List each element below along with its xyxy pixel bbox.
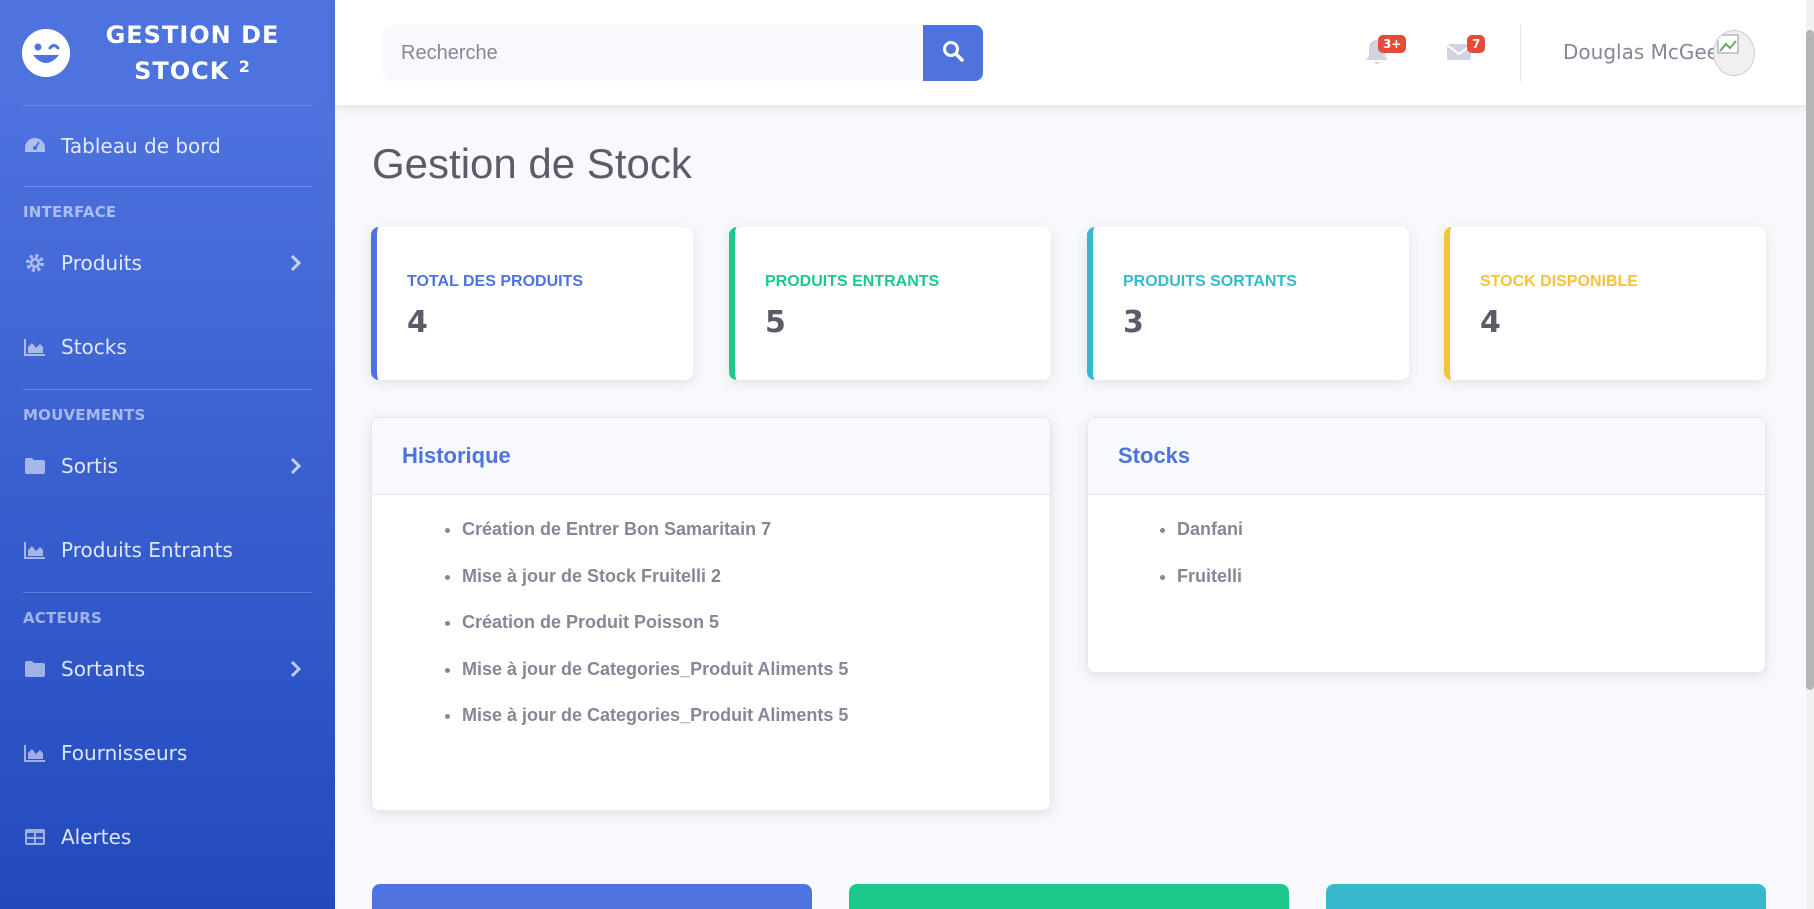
list-item: Création de Entrer Bon Samaritain 7 bbox=[462, 519, 1050, 566]
alerts-badge: 3+ bbox=[1378, 35, 1407, 53]
page-title: Gestion de Stock bbox=[372, 140, 692, 187]
stat-value: 4 bbox=[407, 305, 428, 340]
stat-card-produits-sortants: PRODUITS SORTANTS 3 bbox=[1087, 227, 1409, 380]
sidebar-item-label: Fournisseurs bbox=[61, 741, 188, 765]
messages-dropdown[interactable]: 7 bbox=[1445, 35, 1486, 66]
sidebar-item-sortants[interactable]: Sortants bbox=[0, 627, 335, 711]
bottom-card-success bbox=[849, 884, 1289, 909]
list-item: Mise à jour de Categories_Produit Alimen… bbox=[462, 659, 1050, 706]
cog-icon bbox=[23, 251, 47, 275]
panel-header: Stocks bbox=[1088, 418, 1765, 495]
stat-card-total-produits: TOTAL DES PRODUITS 4 bbox=[371, 227, 693, 380]
historique-list: Création de Entrer Bon Samaritain 7 Mise… bbox=[372, 495, 1050, 752]
topbar: 3+ 7 Douglas McGee bbox=[335, 0, 1814, 105]
chart-area-icon bbox=[23, 335, 47, 359]
search-icon bbox=[942, 40, 964, 66]
sidebar-item-label: Tableau de bord bbox=[61, 134, 221, 158]
chart-area-icon bbox=[23, 741, 47, 765]
sidebar-item-label: Sortants bbox=[61, 657, 146, 681]
stat-label: TOTAL DES PRODUITS bbox=[407, 273, 584, 290]
brand-line2: STOCK bbox=[134, 56, 230, 85]
chart-area-icon bbox=[23, 538, 47, 562]
scrollbar-thumb[interactable] bbox=[1806, 30, 1814, 690]
chevron-right-icon bbox=[289, 456, 303, 476]
scrollbar[interactable] bbox=[1806, 0, 1814, 909]
stat-value: 3 bbox=[1123, 305, 1144, 340]
stat-label: PRODUITS ENTRANTS bbox=[765, 273, 940, 290]
stocks-panel: Stocks Danfani Fruitelli bbox=[1087, 417, 1766, 673]
search-input[interactable] bbox=[383, 25, 923, 81]
list-item: Fruitelli bbox=[1177, 566, 1765, 613]
messages-badge: 7 bbox=[1467, 35, 1486, 53]
stat-value: 4 bbox=[1480, 305, 1501, 340]
sidebar-item-fournisseurs[interactable]: Fournisseurs bbox=[0, 711, 335, 795]
tachometer-icon bbox=[23, 134, 47, 158]
sidebar-heading-acteurs: ACTEURS bbox=[23, 609, 103, 627]
sidebar-item-sortis[interactable]: Sortis bbox=[0, 424, 335, 508]
stocks-list: Danfani Fruitelli bbox=[1088, 495, 1765, 612]
sidebar-item-produits-entrants[interactable]: Produits Entrants bbox=[0, 508, 335, 592]
sidebar-item-dashboard[interactable]: Tableau de bord bbox=[0, 106, 335, 186]
historique-panel: Historique Création de Entrer Bon Samari… bbox=[371, 417, 1051, 811]
brand-line1: GESTION DE bbox=[105, 20, 280, 49]
alerts-dropdown[interactable]: 3+ bbox=[1364, 35, 1407, 66]
chevron-right-icon bbox=[289, 659, 303, 679]
stat-label: STOCK DISPONIBLE bbox=[1480, 273, 1638, 290]
sidebar-item-alertes[interactable]: Alertes bbox=[0, 795, 335, 879]
user-name[interactable]: Douglas McGee bbox=[1563, 40, 1719, 64]
bell-icon bbox=[1364, 40, 1390, 70]
search-button[interactable] bbox=[923, 25, 983, 81]
sidebar-heading-mouvements: MOUVEMENTS bbox=[23, 406, 146, 424]
panel-title: Historique bbox=[402, 443, 511, 468]
topbar-divider bbox=[1520, 25, 1521, 81]
folder-icon bbox=[23, 657, 47, 681]
stat-card-stock-disponible: STOCK DISPONIBLE 4 bbox=[1444, 227, 1766, 380]
panel-header: Historique bbox=[372, 418, 1050, 495]
stat-label: PRODUITS SORTANTS bbox=[1123, 273, 1297, 290]
sidebar: GESTION DE STOCK 2 Tableau de bord INTER… bbox=[0, 0, 335, 909]
sidebar-item-stocks[interactable]: Stocks bbox=[0, 305, 335, 389]
sidebar-item-label: Produits bbox=[61, 251, 142, 275]
list-item: Danfani bbox=[1177, 519, 1765, 566]
stat-value: 5 bbox=[765, 305, 786, 340]
avatar[interactable] bbox=[1713, 30, 1755, 76]
panel-title: Stocks bbox=[1118, 443, 1191, 468]
table-icon bbox=[23, 825, 47, 849]
chevron-right-icon bbox=[289, 253, 303, 273]
sidebar-brand[interactable]: GESTION DE STOCK 2 bbox=[0, 0, 335, 105]
sidebar-item-label: Stocks bbox=[61, 335, 127, 359]
sidebar-item-label: Produits Entrants bbox=[61, 538, 233, 562]
search-form bbox=[383, 25, 983, 81]
list-item: Mise à jour de Categories_Produit Alimen… bbox=[462, 705, 1050, 752]
laugh-wink-icon bbox=[22, 28, 70, 77]
list-item: Création de Produit Poisson 5 bbox=[462, 612, 1050, 659]
brand-sup: 2 bbox=[238, 56, 251, 76]
brand-title: GESTION DE STOCK 2 bbox=[100, 17, 285, 89]
sidebar-item-label: Alertes bbox=[61, 825, 132, 849]
broken-image-icon bbox=[1717, 34, 1739, 54]
bottom-card-info bbox=[1326, 884, 1766, 909]
folder-icon bbox=[23, 454, 47, 478]
bottom-card-primary bbox=[372, 884, 812, 909]
sidebar-item-label: Sortis bbox=[61, 454, 118, 478]
sidebar-heading-interface: INTERFACE bbox=[23, 203, 117, 221]
stat-card-produits-entrants: PRODUITS ENTRANTS 5 bbox=[729, 227, 1051, 380]
list-item: Mise à jour de Stock Fruitelli 2 bbox=[462, 566, 1050, 613]
sidebar-item-produits[interactable]: Produits bbox=[0, 221, 335, 305]
